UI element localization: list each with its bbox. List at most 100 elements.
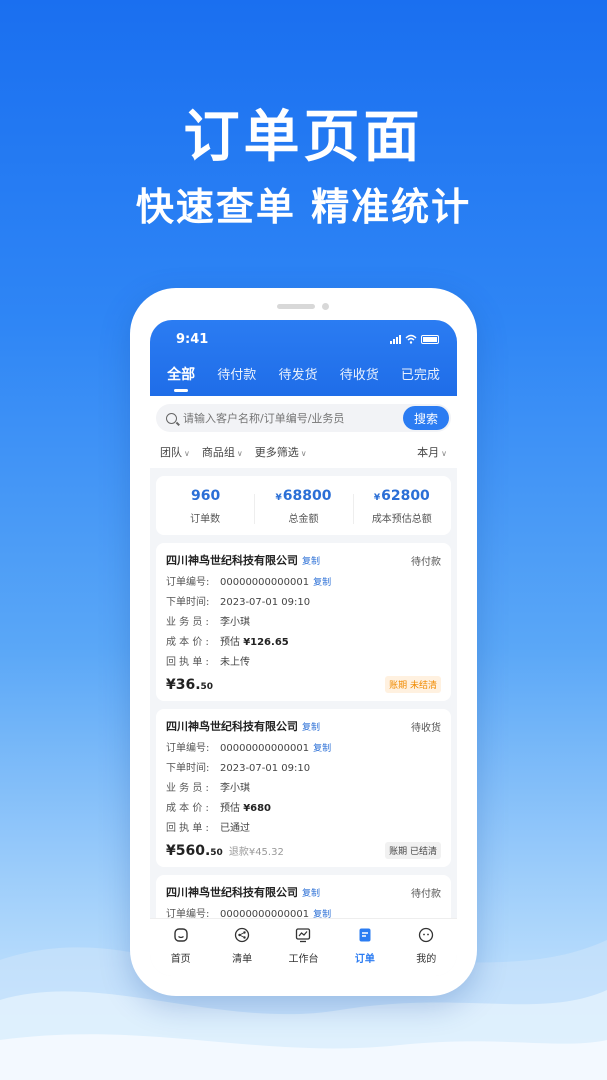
nav-list[interactable]: 清单 — [217, 927, 267, 976]
nav-label: 清单 — [232, 954, 253, 965]
search-icon — [166, 412, 177, 424]
phone-frame: 9:41 全部 待付款 待发货 待收货 已完成 请输入客户名称/订单编号/业务员… — [130, 288, 477, 996]
chevron-down-icon: ∨ — [441, 449, 447, 458]
hero-subtitle: 快速查单 精准统计 — [135, 185, 472, 229]
summary-order-count: 960 订单数 — [156, 488, 254, 525]
company-name: 四川神鸟世纪科技有限公司 — [166, 720, 298, 733]
price-int: ¥36. — [166, 676, 201, 693]
summary-label: 成本预估总额 — [371, 514, 432, 525]
share-icon — [234, 927, 250, 943]
filter-bar: 团队 ∨ 商品组 ∨ 更多筛选 ∨ 本月 ∨ — [150, 438, 457, 468]
company-name: 四川神鸟世纪科技有限公司 — [166, 554, 298, 567]
tab-pending-payment[interactable]: 待付款 — [217, 364, 256, 392]
nav-mine[interactable]: 我的 — [401, 927, 451, 976]
order-card[interactable]: 四川神鸟世纪科技有限公司 复制 待收货 订单编号: 00000000000001 复… — [156, 709, 451, 867]
chevron-down-icon: ∨ — [184, 449, 190, 458]
order-tabs: 全部 待付款 待发货 待收货 已完成 — [150, 364, 457, 392]
copy-button[interactable]: 复制 — [302, 720, 320, 733]
tab-pending-shipment[interactable]: 待发货 — [278, 364, 317, 392]
order-icon — [359, 928, 371, 942]
order-no-label: 订单编号: — [166, 743, 210, 754]
tab-completed[interactable]: 已完成 — [401, 364, 440, 392]
payment-term-badge: 账期 未结清 — [385, 676, 441, 693]
copy-button[interactable]: 复制 — [302, 554, 320, 567]
order-no: 00000000000001 — [220, 743, 310, 754]
copy-button[interactable]: 复制 — [302, 886, 320, 899]
nav-label: 首页 — [170, 954, 191, 965]
filter-more[interactable]: 更多筛选 ∨ — [255, 444, 307, 460]
filter-team[interactable]: 团队 ∨ — [160, 444, 190, 460]
nav-home[interactable]: 首页 — [156, 927, 206, 976]
search-button[interactable]: 搜索 — [403, 406, 449, 430]
salesman: 李小琪 — [220, 783, 250, 794]
summary-panel: 960 订单数 ¥68800 总金额 ¥62800 成本预估总额 — [156, 476, 451, 535]
battery-icon — [421, 334, 439, 344]
home-icon — [173, 928, 188, 942]
summary-value: 960 — [191, 488, 221, 504]
order-status: 待付款 — [411, 556, 441, 568]
price-dec: 50 — [200, 681, 214, 692]
filter-more-label: 更多筛选 — [254, 446, 299, 459]
order-status: 待付款 — [411, 888, 441, 900]
cost-label: 成 本 价 : — [166, 803, 209, 814]
filter-product-group-label: 商品组 — [201, 446, 235, 459]
summary-currency: ¥ — [373, 493, 381, 503]
face-icon — [419, 927, 434, 943]
price-dec: 50 — [210, 847, 223, 858]
salesman: 李小琪 — [220, 617, 250, 628]
order-status: 待收货 — [411, 722, 441, 734]
order-card[interactable]: 四川神鸟世纪科技有限公司 复制 待付款 订单编号: 00000000000001 复… — [156, 543, 451, 701]
summary-currency: ¥ — [275, 493, 282, 503]
filter-product-group[interactable]: 商品组 ∨ — [202, 444, 243, 460]
refund-amount: 退款¥45.32 — [228, 847, 284, 858]
receipt-label: 回 执 单 : — [166, 657, 209, 668]
phone-speaker — [277, 304, 315, 309]
signal-icon — [390, 334, 401, 344]
order-no-label: 订单编号: — [166, 577, 210, 588]
price-int: ¥560. — [166, 842, 211, 859]
wifi-icon — [405, 334, 417, 344]
bottom-nav: 首页 清单 工作台 订单 我的 — [150, 918, 457, 976]
receipt-status: 未上传 — [220, 657, 250, 668]
order-time: 2023-07-01 09:10 — [220, 597, 311, 608]
order-price: ¥560.50 — [166, 843, 223, 859]
estimate-label: 预估 — [220, 637, 240, 648]
summary-label: 总金额 — [288, 514, 319, 525]
estimate-label: 预估 — [220, 803, 240, 814]
chevron-down-icon: ∨ — [236, 449, 243, 458]
summary-cost-estimate: ¥62800 成本预估总额 — [352, 488, 451, 525]
summary-value: 68800 — [282, 488, 332, 504]
payment-term-badge: 账期 已结清 — [385, 842, 441, 859]
nav-label: 我的 — [416, 954, 437, 965]
receipt-status: 已通过 — [220, 823, 250, 834]
order-price: ¥36.50 — [166, 677, 213, 693]
tab-pending-receipt[interactable]: 待收货 — [340, 364, 379, 392]
nav-label: 订单 — [354, 954, 375, 965]
copy-button[interactable]: 复制 — [313, 573, 331, 593]
filter-team-label: 团队 — [160, 446, 182, 459]
summary-value: 62800 — [381, 488, 430, 504]
status-time: 9:41 — [176, 332, 209, 347]
receipt-label: 回 执 单 : — [166, 823, 209, 834]
filter-period-label: 本月 — [417, 446, 440, 459]
phone-camera — [322, 303, 329, 310]
hero-title: 订单页面 — [183, 105, 424, 170]
cost-label: 成 本 价 : — [166, 637, 209, 648]
search-row: 搜索 — [150, 396, 457, 438]
nav-workbench[interactable]: 工作台 — [278, 927, 328, 976]
app-screen: 9:41 全部 待付款 待发货 待收货 已完成 请输入客户名称/订单编号/业务员… — [150, 320, 457, 976]
search-box: 搜索 — [156, 404, 451, 432]
order-no: 00000000000001 — [220, 577, 310, 588]
company-name: 四川神鸟世纪科技有限公司 — [166, 886, 298, 899]
copy-button[interactable]: 复制 — [313, 739, 331, 759]
tab-all[interactable]: 全部 — [167, 364, 195, 392]
status-icons — [390, 334, 439, 344]
filter-period[interactable]: 本月 ∨ — [417, 444, 447, 460]
nav-label: 工作台 — [288, 954, 319, 965]
nav-orders[interactable]: 订单 — [340, 927, 390, 976]
chevron-down-icon: ∨ — [300, 449, 307, 458]
order-time-label: 下单时间: — [166, 597, 210, 608]
summary-label: 订单数 — [190, 514, 221, 525]
order-time: 2023-07-01 09:10 — [220, 763, 311, 774]
search-input[interactable] — [183, 411, 383, 425]
